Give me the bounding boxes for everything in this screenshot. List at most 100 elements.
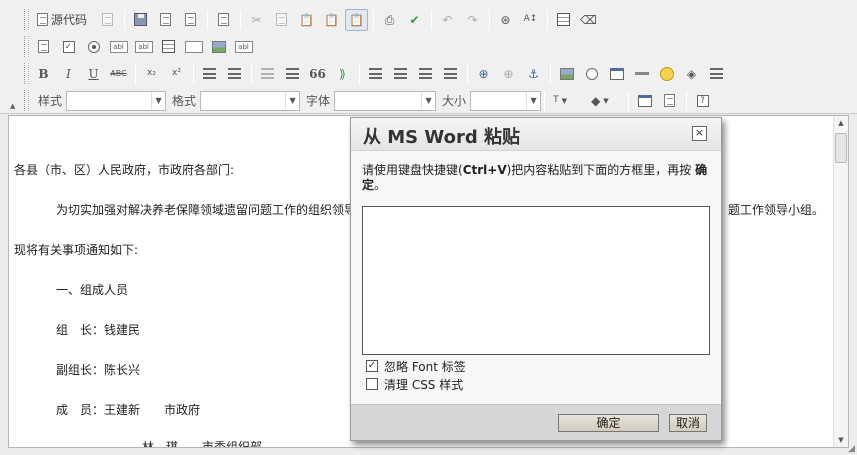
toolbar-grip[interactable] xyxy=(24,9,29,30)
text-field-button[interactable]: abl xyxy=(107,36,130,58)
align-center-button[interactable] xyxy=(389,63,412,85)
collapse-toolbar-icon[interactable]: ▲ xyxy=(10,102,15,110)
resize-grip-icon[interactable]: ◢ xyxy=(848,444,855,454)
format-select[interactable]: ▼ xyxy=(200,90,301,111)
instruction-prefix: 请使用键盘快捷键( xyxy=(362,163,463,177)
new-page-button[interactable] xyxy=(154,9,177,31)
replace-button[interactable]: A↕ xyxy=(519,9,542,31)
form-icon xyxy=(38,40,49,53)
checkbox-icon: ✓ xyxy=(62,40,75,53)
save-button[interactable] xyxy=(129,9,152,31)
templates-button[interactable] xyxy=(212,9,235,31)
template-icon xyxy=(102,13,113,26)
remove-format-button[interactable]: ⌫ xyxy=(577,9,600,31)
paste-text-button[interactable]: 📋 xyxy=(320,9,343,31)
ignore-font-checkbox[interactable]: ✓ xyxy=(366,360,378,372)
align-right-button[interactable] xyxy=(414,63,437,85)
toolbar-grip[interactable] xyxy=(24,90,29,111)
ok-button[interactable]: 确定 xyxy=(558,414,659,432)
form-button[interactable] xyxy=(32,36,55,58)
button-button[interactable] xyxy=(182,36,205,58)
find-button[interactable]: ⊛ xyxy=(494,9,517,31)
cut-button[interactable]: ✂ xyxy=(245,9,268,31)
toolbar-row-1: 源代码 ✂ 📋 📋 📋 ⎙ ✔ ↶ ↷ ⊛ A↕ ⌫ xyxy=(0,6,602,33)
close-icon[interactable]: × xyxy=(692,126,707,141)
clean-css-checkbox[interactable] xyxy=(366,378,378,390)
horizontal-rule-icon xyxy=(634,72,649,75)
underline-button[interactable]: U xyxy=(82,63,105,85)
strike-button[interactable]: ABC xyxy=(107,63,130,85)
horizontal-rule-button[interactable] xyxy=(630,63,653,85)
size-select[interactable]: ▼ xyxy=(470,90,542,111)
radio-button[interactable] xyxy=(82,36,105,58)
outdent-button[interactable] xyxy=(256,63,279,85)
bulleted-list-button[interactable] xyxy=(223,63,246,85)
indent-button[interactable] xyxy=(281,63,304,85)
dialog-title-bar[interactable]: 从 MS Word 粘贴 × xyxy=(351,118,721,151)
unlink-button[interactable]: ⊕ xyxy=(497,63,520,85)
textarea-button[interactable]: abl xyxy=(132,36,155,58)
paste-from-word-button[interactable]: 📋 xyxy=(345,8,368,31)
anchor-button[interactable]: ⚓ xyxy=(522,63,545,85)
scroll-up-icon[interactable]: ▲ xyxy=(834,116,848,130)
ignore-font-option[interactable]: ✓ 忽略 Font 标签 xyxy=(366,358,466,374)
toolbar-separator xyxy=(251,63,252,84)
blockquote-button[interactable]: 66 xyxy=(306,63,329,85)
binoculars-icon: ⊛ xyxy=(500,12,511,27)
select-all-button[interactable] xyxy=(552,9,575,31)
div-button[interactable]: ⟫ xyxy=(331,63,354,85)
paste-textarea[interactable] xyxy=(362,206,710,355)
print-button[interactable]: ⎙ xyxy=(378,9,401,31)
clean-css-option[interactable]: 清理 CSS 样式 xyxy=(366,376,463,392)
redo-button[interactable]: ↷ xyxy=(461,9,484,31)
justify-button[interactable] xyxy=(439,63,462,85)
checkbox-button[interactable]: ✓ xyxy=(57,36,80,58)
show-blocks-button[interactable] xyxy=(658,90,681,112)
toolbar-grip[interactable] xyxy=(24,36,29,57)
copy-icon xyxy=(276,13,287,26)
subscript-button[interactable]: x₂ xyxy=(140,63,163,85)
italic-button[interactable]: I xyxy=(57,63,80,85)
page-break-button[interactable] xyxy=(705,63,728,85)
link-button[interactable]: ⊕ xyxy=(472,63,495,85)
help-button[interactable]: ? xyxy=(691,90,714,112)
toolbar-grip[interactable] xyxy=(24,63,29,84)
numbered-list-button[interactable] xyxy=(198,63,221,85)
superscript-button[interactable]: x² xyxy=(165,63,188,85)
align-left-button[interactable] xyxy=(364,63,387,85)
image-button[interactable] xyxy=(555,63,578,85)
image-button-button[interactable] xyxy=(207,36,230,58)
style-select[interactable]: ▼ xyxy=(66,90,167,111)
clean-css-label: 清理 CSS 样式 xyxy=(384,377,464,392)
paste-button[interactable]: 📋 xyxy=(295,9,318,31)
bold-button[interactable]: B xyxy=(32,63,55,85)
source-code-button[interactable]: 源代码 xyxy=(32,9,94,31)
preview-button[interactable] xyxy=(179,9,202,31)
cancel-button[interactable]: 取消 xyxy=(669,414,707,432)
background-color-button[interactable]: ◆ ▼ xyxy=(587,90,623,112)
text-field-icon: abl xyxy=(109,40,128,53)
unlink-icon: ⊕ xyxy=(503,66,514,81)
flash-button[interactable] xyxy=(580,63,603,85)
special-char-button[interactable]: ◈ xyxy=(680,63,703,85)
font-select[interactable]: ▼ xyxy=(334,90,437,111)
table-button[interactable] xyxy=(605,63,628,85)
toolbar-row-4: 样式 ▼ 格式 ▼ 字体 ▼ 大小 ▼ T ▼ ◆ ▼ ? xyxy=(0,87,716,114)
font-label: 字体 xyxy=(306,94,331,108)
text-color-button[interactable]: T ▼ xyxy=(549,90,585,112)
spellcheck-button[interactable]: ✔ xyxy=(403,9,426,31)
select-button[interactable] xyxy=(157,36,180,58)
scrollbar-thumb[interactable] xyxy=(835,133,847,163)
copy-format-button[interactable] xyxy=(96,9,119,31)
format-label: 格式 xyxy=(172,94,197,108)
hidden-field-button[interactable]: abl xyxy=(232,36,255,58)
smiley-button[interactable] xyxy=(655,63,678,85)
instruction-middle: )把内容粘贴到下面的方框里，再按 xyxy=(506,163,692,177)
maximize-button[interactable] xyxy=(633,90,656,112)
scroll-down-icon[interactable]: ▼ xyxy=(834,433,848,447)
vertical-scrollbar[interactable]: ▲ ▼ xyxy=(833,116,848,447)
paragraph: 现将有关事项通知如下: xyxy=(14,243,139,257)
strikethrough-icon: ABC xyxy=(110,68,127,78)
undo-button[interactable]: ↶ xyxy=(436,9,459,31)
copy-button[interactable] xyxy=(270,9,293,31)
